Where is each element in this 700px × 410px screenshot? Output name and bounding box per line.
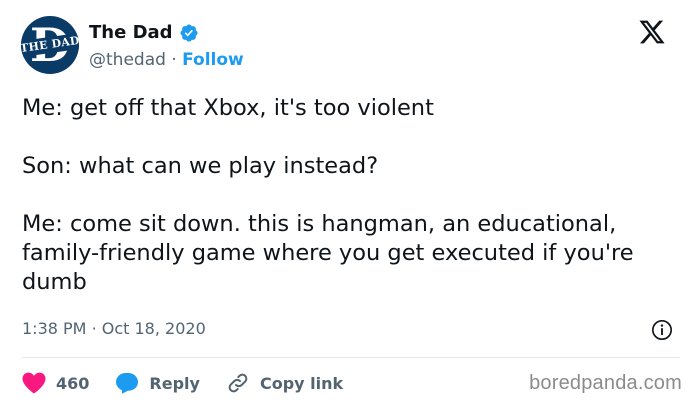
display-name[interactable]: The Dad [89, 22, 173, 44]
info-icon[interactable] [651, 319, 673, 341]
handle-row: @thedad · Follow [89, 49, 244, 71]
like-count: 460 [56, 373, 90, 393]
action-bar: 460 Reply Copy link [22, 370, 369, 396]
follow-button[interactable]: Follow [182, 50, 244, 70]
tweet-timestamp[interactable]: 1:38 PM · Oct 18, 2020 [22, 318, 206, 340]
tweet-paragraph: Me: get off that Xbox, it's too violent [22, 95, 434, 121]
handle-separator: · [171, 50, 177, 70]
verified-badge-icon [180, 24, 198, 42]
handle[interactable]: @thedad [89, 50, 166, 70]
x-logo-icon[interactable] [638, 18, 666, 46]
tweet-paragraph: Me: come sit down. this is hangman, an e… [22, 211, 634, 295]
avatar[interactable]: D THE DAD [21, 16, 79, 74]
heart-icon [22, 372, 46, 394]
author-name-row: The Dad [89, 22, 199, 44]
tweet-time: 1:38 PM [22, 319, 87, 338]
tweet-text: Me: get off that Xbox, it's too violent … [22, 94, 682, 297]
watermark: boredpanda.com [529, 372, 682, 394]
link-icon [228, 373, 248, 393]
timestamp-separator: · [91, 319, 97, 338]
like-button[interactable]: 460 [22, 372, 89, 394]
copy-link-button[interactable]: Copy link [226, 371, 343, 395]
tweet-date: Oct 18, 2020 [101, 319, 206, 338]
copy-link-label: Copy link [259, 373, 344, 393]
tweet-paragraph: Son: what can we play instead? [22, 153, 379, 179]
reply-button[interactable]: Reply [115, 372, 200, 394]
reply-bubble-icon [116, 373, 139, 394]
reply-label: Reply [149, 373, 200, 393]
divider [22, 357, 680, 358]
